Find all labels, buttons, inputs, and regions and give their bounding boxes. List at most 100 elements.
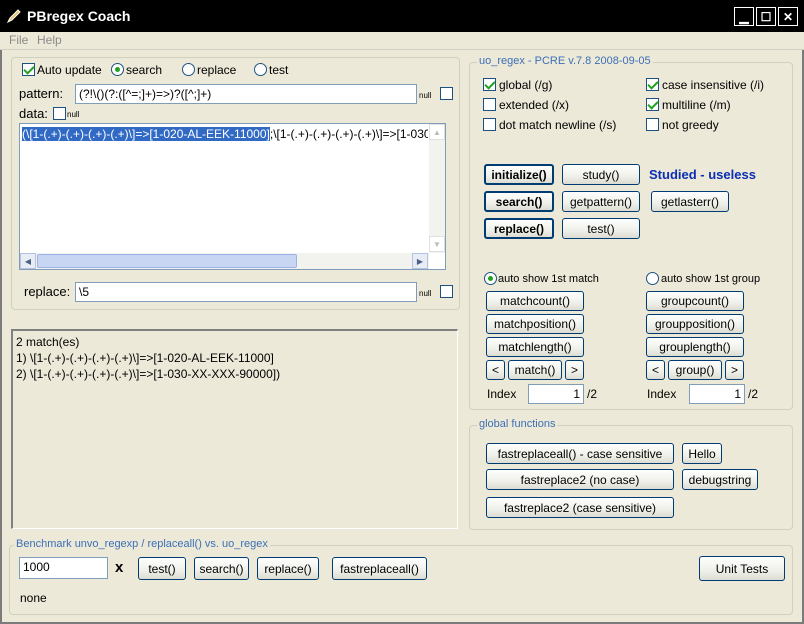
output-panel: 2 match(es) 1) \[1-(.+)-(.+)-(.+)-(.+)\]… — [11, 329, 458, 529]
option-not-greedy-label: not greedy — [662, 118, 719, 132]
fastreplaceall-case-sensitive-button[interactable]: fastreplaceall() - case sensitive — [486, 443, 674, 464]
groupposition-button[interactable]: groupposition() — [646, 314, 744, 334]
study-status-text: Studied - useless — [649, 167, 756, 182]
grouplength-button[interactable]: grouplength() — [646, 337, 744, 357]
option-global-checkbox[interactable] — [483, 78, 496, 91]
horizontal-scrollbar[interactable]: ◀ ▶ — [20, 253, 429, 269]
pattern-null-label: null — [419, 91, 432, 100]
getlasterr-button[interactable]: getlasterr() — [651, 191, 729, 212]
unit-tests-button[interactable]: Unit Tests — [699, 556, 785, 581]
fastreplace2-no-case-button[interactable]: fastreplace2 (no case) — [486, 469, 674, 490]
matchcount-button[interactable]: matchcount() — [486, 291, 584, 311]
data-text-rest: ;\[1-(.+)-(.+)-(.+)-(.+)\]=>[1-030-XX-XX… — [269, 127, 428, 141]
option-case-insensitive-label: case insensitive (/i) — [662, 78, 765, 92]
mode-label-search: search — [126, 63, 163, 77]
maximize-icon: ☐ — [760, 9, 772, 24]
group-prev-button[interactable]: < — [646, 360, 665, 380]
pattern-null-checkbox[interactable] — [440, 87, 453, 100]
menu-help[interactable]: Help — [37, 33, 62, 47]
debugstring-button[interactable]: debugstring — [682, 469, 758, 490]
benchmark-search-button[interactable]: search() — [194, 557, 249, 580]
option-dotall-checkbox[interactable] — [483, 118, 496, 131]
scroll-right-icon[interactable]: ▶ — [412, 253, 428, 269]
data-textarea[interactable]: (\[1-(.+)-(.+)-(.+)-(.+)\]=>[1-020-AL-EE… — [19, 123, 446, 270]
scroll-down-icon[interactable]: ▼ — [429, 236, 445, 252]
study-button[interactable]: study() — [562, 164, 640, 185]
matchposition-button[interactable]: matchposition() — [486, 314, 584, 334]
groupcount-button[interactable]: groupcount() — [646, 291, 744, 311]
matchlength-button[interactable]: matchlength() — [486, 337, 584, 357]
match-prev-button[interactable]: < — [486, 360, 505, 380]
auto-show-match-label: auto show 1st match — [498, 273, 599, 285]
search-button[interactable]: search() — [484, 191, 554, 212]
mode-radio-test[interactable] — [254, 63, 267, 76]
data-null-checkbox[interactable] — [53, 107, 66, 120]
maximize-button[interactable]: ☐ — [756, 7, 776, 26]
auto-show-group-radio[interactable] — [646, 272, 659, 285]
scroll-up-icon[interactable]: ▲ — [429, 124, 445, 140]
benchmark-test-button[interactable]: test() — [138, 557, 186, 580]
hello-button[interactable]: Hello — [682, 443, 722, 464]
output-line: 2) \[1-(.+)-(.+)-(.+)-(.+)\]=>[1-030-XX-… — [16, 367, 281, 381]
benchmark-replace-button[interactable]: replace() — [257, 557, 319, 580]
benchmark-times-label: x — [115, 559, 124, 576]
replace-null-checkbox[interactable] — [440, 285, 453, 298]
auto-show-match-radio[interactable] — [484, 272, 497, 285]
window-title: PBregex Coach — [27, 8, 131, 24]
minimize-icon: ▁ — [739, 9, 749, 24]
benchmark-group — [9, 545, 793, 615]
match-index-label: Index — [487, 387, 517, 401]
replace-input[interactable]: \5 — [75, 282, 417, 302]
mode-label-test: test — [269, 63, 289, 77]
group-index-label: Index — [647, 387, 677, 401]
mode-radio-search[interactable] — [111, 63, 124, 76]
match-button[interactable]: match() — [508, 360, 562, 380]
close-icon: ✕ — [782, 9, 794, 24]
option-extended-checkbox[interactable] — [483, 98, 496, 111]
test-button[interactable]: test() — [562, 218, 640, 239]
benchmark-result-text: none — [20, 591, 47, 605]
minimize-button[interactable]: ▁ — [734, 7, 754, 26]
pencil-app-icon — [6, 9, 21, 24]
global-functions-title: global functions — [477, 418, 558, 430]
vertical-scrollbar[interactable]: ▲ ▼ — [429, 124, 445, 253]
replace-label: replace: — [24, 284, 71, 299]
output-line: 2 match(es) — [16, 335, 80, 349]
group-index-input[interactable]: 1 — [689, 384, 745, 404]
option-not-greedy-checkbox[interactable] — [646, 118, 659, 131]
fastreplace2-case-sensitive-button[interactable]: fastreplace2 (case sensitive) — [486, 497, 674, 518]
menu-bar: File Help — [0, 32, 804, 50]
benchmark-fastreplaceall-button[interactable]: fastreplaceall() — [332, 557, 427, 580]
pattern-input[interactable]: (?!\()(?:([^=;]+)=>)?([^;]+) — [75, 84, 417, 104]
uo-regex-group-title: uo_regex - PCRE v.7.8 2008-09-05 — [477, 55, 653, 67]
auto-show-group-label: auto show 1st group — [661, 273, 761, 285]
menu-file[interactable]: File — [9, 33, 28, 47]
pattern-label: pattern: — [19, 86, 64, 101]
match-next-button[interactable]: > — [565, 360, 584, 380]
horizontal-scroll-thumb[interactable] — [37, 254, 297, 268]
benchmark-title: Benchmark unvo_regexp / replaceall() vs.… — [14, 538, 270, 550]
match-index-count: /2 — [587, 387, 598, 401]
option-global-label: global (/g) — [499, 78, 553, 92]
getpattern-button[interactable]: getpattern() — [562, 191, 640, 212]
close-button[interactable]: ✕ — [778, 7, 798, 26]
option-multiline-label: multiline (/m) — [662, 98, 731, 112]
auto-update-label: Auto update — [37, 63, 102, 77]
mode-label-replace: replace — [197, 63, 237, 77]
data-label: data: — [19, 106, 48, 121]
match-index-input[interactable]: 1 — [528, 384, 584, 404]
group-next-button[interactable]: > — [725, 360, 744, 380]
initialize-button[interactable]: initialize() — [484, 164, 554, 185]
replace-button[interactable]: replace() — [484, 218, 554, 239]
mode-radio-replace[interactable] — [182, 63, 195, 76]
benchmark-count-input[interactable]: 1000 — [19, 557, 108, 579]
data-text-selected: (\[1-(.+)-(.+)-(.+)-(.+)\]=>[1-020-AL-EE… — [22, 127, 270, 141]
group-button[interactable]: group() — [668, 360, 722, 380]
scroll-left-icon[interactable]: ◀ — [20, 253, 36, 269]
option-dotall-label: dot match newline (/s) — [499, 118, 617, 132]
data-null-label: null — [67, 110, 80, 119]
option-case-insensitive-checkbox[interactable] — [646, 78, 659, 91]
title-bar[interactable]: PBregex Coach ▁ ☐ ✕ — [0, 0, 804, 32]
auto-update-checkbox[interactable] — [22, 63, 35, 76]
option-multiline-checkbox[interactable] — [646, 98, 659, 111]
